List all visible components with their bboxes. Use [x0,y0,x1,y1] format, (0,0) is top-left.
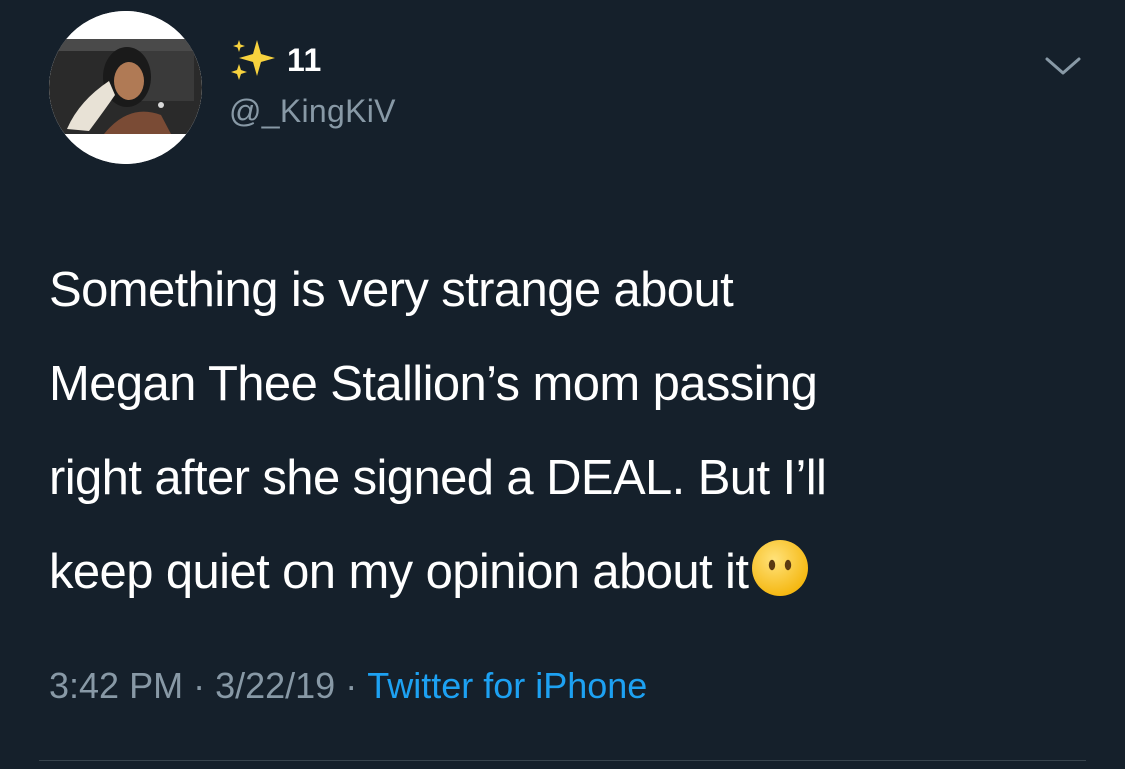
tweet-body: Something is very strange about Megan Th… [49,243,1089,619]
divider [39,760,1086,761]
tweet-time: 3:42 PM [49,665,184,706]
user-handle[interactable]: @_KingKiV [229,93,396,130]
display-name-text: 11 [287,41,322,78]
tweet-source-link[interactable]: Twitter for iPhone [367,665,647,706]
meta-separator: · [193,665,206,706]
meta-separator: · [345,665,358,706]
sparkles-icon [231,40,275,80]
tweet-date: 3/22/19 [215,665,336,706]
avatar[interactable] [49,11,202,164]
tweet-meta: 3:42 PM · 3/22/19 · Twitter for iPhone [49,665,647,707]
tweet-text: Something is very strange about Megan Th… [49,263,827,599]
face-without-mouth-icon [752,540,809,596]
display-name[interactable]: 11 [229,38,322,82]
chevron-down-icon[interactable] [1044,55,1082,77]
